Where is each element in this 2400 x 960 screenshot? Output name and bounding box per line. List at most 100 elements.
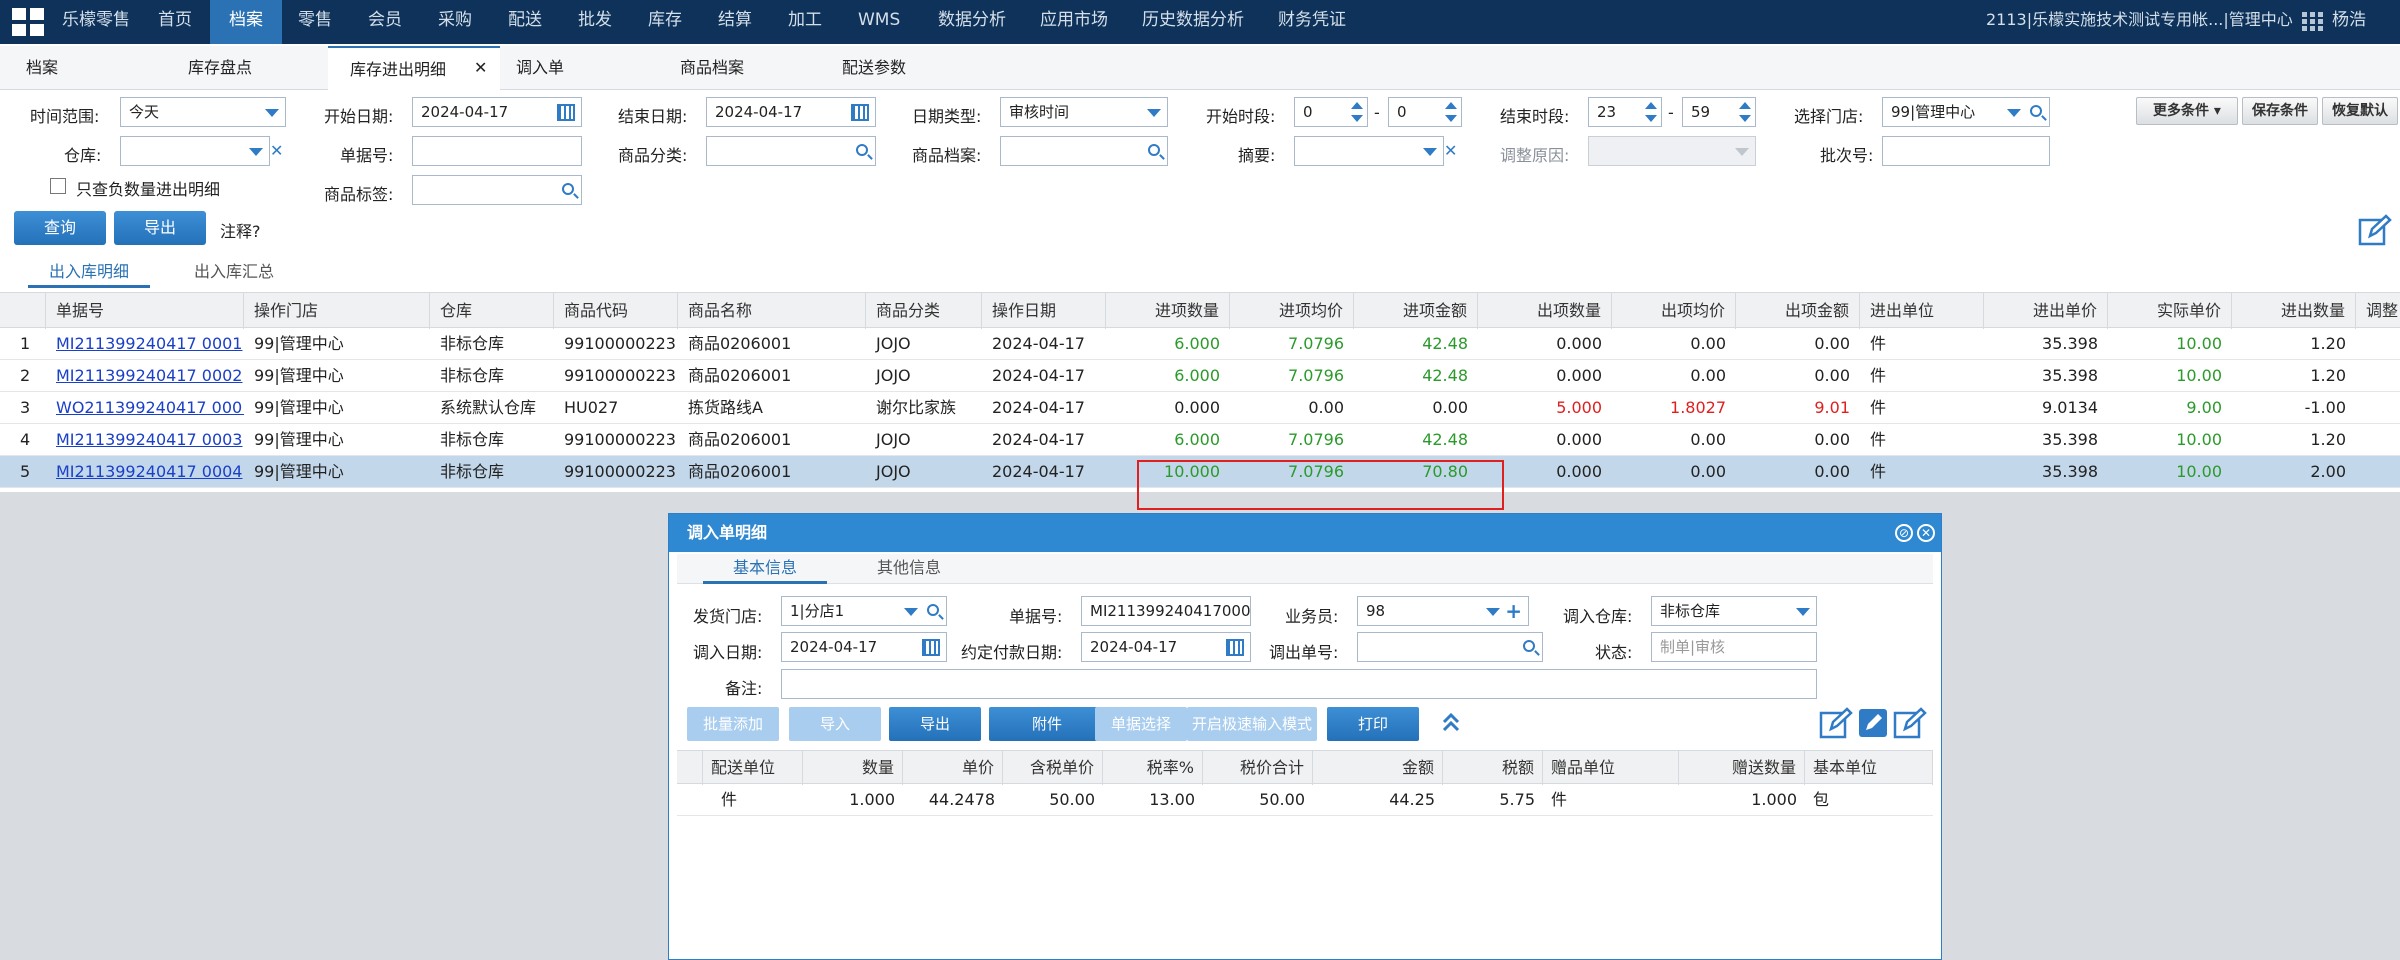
minimize-icon[interactable]: ⊘	[1895, 524, 1913, 542]
store-select[interactable]: 99|管理中心	[1882, 97, 2050, 127]
time-range-select[interactable]: 今天	[120, 97, 286, 127]
doc-no-link[interactable]: WO211399240417 0001	[46, 392, 244, 424]
spin-up-icon[interactable]	[1739, 102, 1751, 109]
nav-member[interactable]: 会员	[368, 0, 402, 44]
tab-distribution-params[interactable]: 配送参数	[842, 46, 906, 90]
dialog-export-button[interactable]: 导出	[889, 707, 981, 741]
tab-other-info[interactable]: 其他信息	[877, 554, 941, 584]
nav-archive[interactable]: 档案	[210, 0, 282, 44]
print-button[interactable]: 打印	[1327, 707, 1419, 741]
col-in-qty[interactable]: 进项数量	[1106, 293, 1230, 329]
end-min-spinner[interactable]: 59	[1682, 97, 1756, 127]
negative-only-checkbox[interactable]	[50, 178, 66, 194]
app-grid-icon[interactable]	[12, 8, 44, 36]
tab-transfer-in[interactable]: 调入单	[516, 46, 564, 90]
pay-date-input[interactable]: 2024-04-17	[1081, 632, 1251, 662]
col-real-price[interactable]: 实际单价	[2108, 293, 2232, 329]
col-tax-total[interactable]: 税价合计	[1203, 751, 1313, 785]
spin-down-icon[interactable]	[1351, 115, 1363, 122]
tab-basic-info[interactable]: 基本信息	[703, 554, 827, 584]
search-icon[interactable]	[927, 604, 939, 616]
more-conditions-button[interactable]: 更多条件 ▾	[2136, 97, 2238, 125]
col-warehouse[interactable]: 仓库	[430, 293, 554, 329]
table-row[interactable]: 2 MI211399240417 0002 99|管理中心 非标仓库 99100…	[0, 360, 2400, 392]
close-icon[interactable]: ✕	[1917, 524, 1935, 542]
doc-no-link[interactable]: MI211399240417 0001	[46, 328, 244, 360]
tab-product-archive[interactable]: 商品档案	[680, 46, 744, 90]
warehouse-select[interactable]	[120, 136, 270, 166]
spin-up-icon[interactable]	[1645, 102, 1657, 109]
col-base-unit[interactable]: 基本单位	[1805, 751, 1933, 785]
col-date[interactable]: 操作日期	[982, 293, 1106, 329]
tab-inout-summary[interactable]: 出入库汇总	[194, 258, 274, 288]
calendar-icon[interactable]	[557, 104, 575, 121]
out-doc-input[interactable]	[1357, 632, 1543, 662]
end-date-input[interactable]: 2024-04-17	[706, 97, 876, 127]
nav-wms[interactable]: WMS	[858, 0, 900, 44]
product-tag-input[interactable]	[412, 175, 582, 205]
col-gift-qty[interactable]: 赠送数量	[1679, 751, 1805, 785]
remark-input[interactable]	[781, 669, 1817, 699]
end-hour-spinner[interactable]: 23	[1588, 97, 1662, 127]
nav-data-analysis[interactable]: 数据分析	[938, 0, 1006, 44]
from-store-select[interactable]: 1|分店1	[781, 596, 947, 626]
tab-inout-detail[interactable]: 出入库明细	[28, 258, 150, 288]
col-amount[interactable]: 金额	[1313, 751, 1443, 785]
nav-distribution[interactable]: 配送	[508, 0, 542, 44]
doc-no-link[interactable]: MI211399240417 0004	[46, 456, 244, 488]
col-qty[interactable]: 进出数量	[2232, 293, 2356, 329]
col-doc-no[interactable]: 单据号	[46, 293, 244, 329]
category-input[interactable]	[706, 136, 876, 166]
edit-icon[interactable]	[2358, 214, 2392, 246]
tab-archive[interactable]: 档案	[26, 46, 58, 90]
note-link[interactable]: 注释?	[220, 218, 261, 242]
col-out-amt[interactable]: 出项金额	[1736, 293, 1860, 329]
nav-inventory[interactable]: 库存	[648, 0, 682, 44]
col-gift-unit[interactable]: 赠品单位	[1543, 751, 1679, 785]
export-button[interactable]: 导出	[114, 211, 206, 245]
doc-no-link[interactable]: MI211399240417 0002	[46, 360, 244, 392]
calendar-icon[interactable]	[1226, 639, 1244, 656]
nav-wholesale[interactable]: 批发	[578, 0, 612, 44]
nav-app-market[interactable]: 应用市场	[1040, 0, 1108, 44]
col-quantity[interactable]: 数量	[803, 751, 903, 785]
spin-down-icon[interactable]	[1445, 115, 1457, 122]
batch-add-button[interactable]: 批量添加	[687, 707, 779, 741]
col-in-amt[interactable]: 进项金额	[1354, 293, 1478, 329]
search-icon[interactable]	[1148, 144, 1160, 156]
clear-icon[interactable]: ✕	[1444, 141, 1457, 160]
clear-icon[interactable]: ✕	[270, 141, 283, 160]
nav-purchase[interactable]: 采购	[438, 0, 472, 44]
doc-select-button[interactable]: 单据选择	[1095, 707, 1187, 741]
edit-icon[interactable]	[1893, 707, 1927, 739]
dialog-doc-no-input[interactable]: MI2113992404170004	[1081, 596, 1251, 626]
query-button[interactable]: 查询	[14, 211, 106, 245]
nav-history-analysis[interactable]: 历史数据分析	[1142, 0, 1244, 44]
close-tab-icon[interactable]: ✕	[474, 58, 487, 77]
col-out-avg[interactable]: 出项均价	[1612, 293, 1736, 329]
search-icon[interactable]	[1523, 640, 1535, 652]
date-type-select[interactable]: 审核时间	[1000, 97, 1168, 127]
table-row[interactable]: 4 MI211399240417 0003 99|管理中心 非标仓库 99100…	[0, 424, 2400, 456]
start-date-input[interactable]: 2024-04-17	[412, 97, 582, 127]
col-adjust[interactable]: 调整	[2356, 293, 2400, 329]
save-conditions-button[interactable]: 保存条件	[2242, 97, 2318, 125]
doc-no-input[interactable]	[412, 136, 582, 166]
col-out-qty[interactable]: 出项数量	[1478, 293, 1612, 329]
col-name[interactable]: 商品名称	[678, 293, 866, 329]
apps-menu-icon[interactable]	[2302, 12, 2324, 32]
reset-default-button[interactable]: 恢复默认	[2322, 97, 2398, 125]
col-unit-price[interactable]: 单价	[903, 751, 1003, 785]
start-min-spinner[interactable]: 0	[1388, 97, 1462, 127]
product-input[interactable]	[1000, 136, 1168, 166]
tab-stocktake[interactable]: 库存盘点	[188, 46, 252, 90]
col-in-avg[interactable]: 进项均价	[1230, 293, 1354, 329]
col-tax-rate[interactable]: 税率%	[1103, 751, 1203, 785]
col-unit[interactable]: 进出单位	[1860, 293, 1984, 329]
calendar-icon[interactable]	[922, 639, 940, 656]
spin-up-icon[interactable]	[1351, 102, 1363, 109]
nav-finance-voucher[interactable]: 财务凭证	[1278, 0, 1346, 44]
account-info[interactable]: 2113|乐檬实施技术测试专用帐...|管理中心	[1986, 0, 2293, 44]
nav-retail[interactable]: 零售	[298, 0, 332, 44]
table-row[interactable]: 1 MI211399240417 0001 99|管理中心 非标仓库 99100…	[0, 328, 2400, 360]
